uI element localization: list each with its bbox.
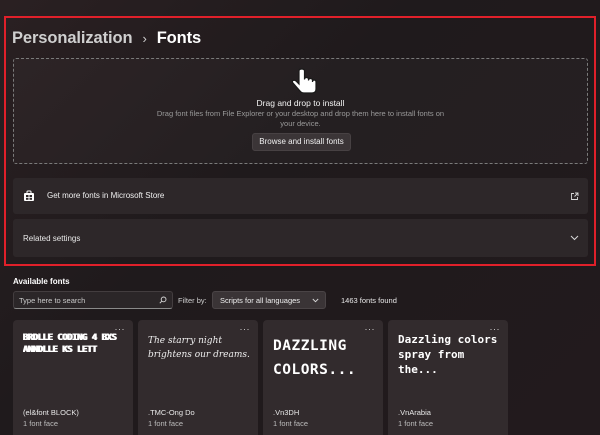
- available-fonts-heading: Available fonts: [13, 277, 70, 286]
- breadcrumb-personalization[interactable]: Personalization: [12, 29, 133, 48]
- font-card[interactable]: ··· DAZZLING COLORS... .Vn3DH 1 font fac…: [263, 320, 383, 435]
- hand-drag-icon: [291, 68, 317, 94]
- font-preview: DAZZLING COLORS...: [273, 338, 357, 378]
- font-search-box[interactable]: [13, 291, 173, 309]
- related-settings-card[interactable]: Related settings: [13, 219, 588, 257]
- breadcrumb: Personalization › Fonts: [12, 27, 201, 49]
- dropzone-description: Drag font files from File Explorer or yo…: [156, 109, 445, 128]
- external-link-icon[interactable]: [570, 192, 579, 201]
- font-preview: The starry night brightens our dreams.: [148, 336, 250, 360]
- page-title: Fonts: [156, 28, 202, 47]
- store-card-label: Get more fonts in Microsoft Store: [47, 191, 165, 200]
- related-settings-label: Related settings: [23, 234, 81, 243]
- font-face-count: 1 font face: [273, 419, 309, 428]
- chevron-down-icon: [312, 298, 319, 303]
- font-count: 1463 fonts found: [341, 296, 397, 305]
- microsoft-store-card[interactable]: Get more fonts in Microsoft Store: [13, 178, 588, 214]
- font-card[interactable]: ··· BRDLLE CODING 4 BXS ANNDLLE KS LETT …: [13, 320, 133, 435]
- font-name: (el&font BLOCK): [23, 408, 79, 417]
- browse-install-fonts-button[interactable]: Browse and install fonts: [252, 133, 351, 151]
- filter-label: Filter by:: [178, 296, 207, 305]
- font-preview: Dazzling colors spray from the...: [398, 333, 498, 376]
- font-card[interactable]: ··· Dazzling colors spray from the... .V…: [388, 320, 508, 435]
- dropzone-title: Drag and drop to install: [256, 98, 345, 108]
- font-card[interactable]: ··· The starry night brightens our dream…: [138, 320, 258, 435]
- font-face-count: 1 font face: [398, 419, 434, 428]
- store-icon: [24, 190, 34, 201]
- filter-selected-value: Scripts for all languages: [220, 296, 301, 305]
- font-face-count: 1 font face: [23, 419, 59, 428]
- chevron-down-icon[interactable]: [570, 235, 579, 241]
- font-name: .TMC-Ong Do: [148, 408, 195, 417]
- font-drop-zone[interactable]: Drag and drop to install Drag font files…: [13, 58, 588, 164]
- font-face-count: 1 font face: [148, 419, 184, 428]
- font-name: .VnArabia: [398, 408, 431, 417]
- breadcrumb-separator-icon: ›: [142, 30, 147, 46]
- search-input[interactable]: [19, 292, 159, 308]
- search-icon[interactable]: [159, 296, 167, 304]
- font-name: .Vn3DH: [273, 408, 300, 417]
- font-preview: BRDLLE CODING 4 BXS ANNDLLE KS LETT: [23, 333, 117, 355]
- script-filter-dropdown[interactable]: Scripts for all languages: [212, 291, 326, 309]
